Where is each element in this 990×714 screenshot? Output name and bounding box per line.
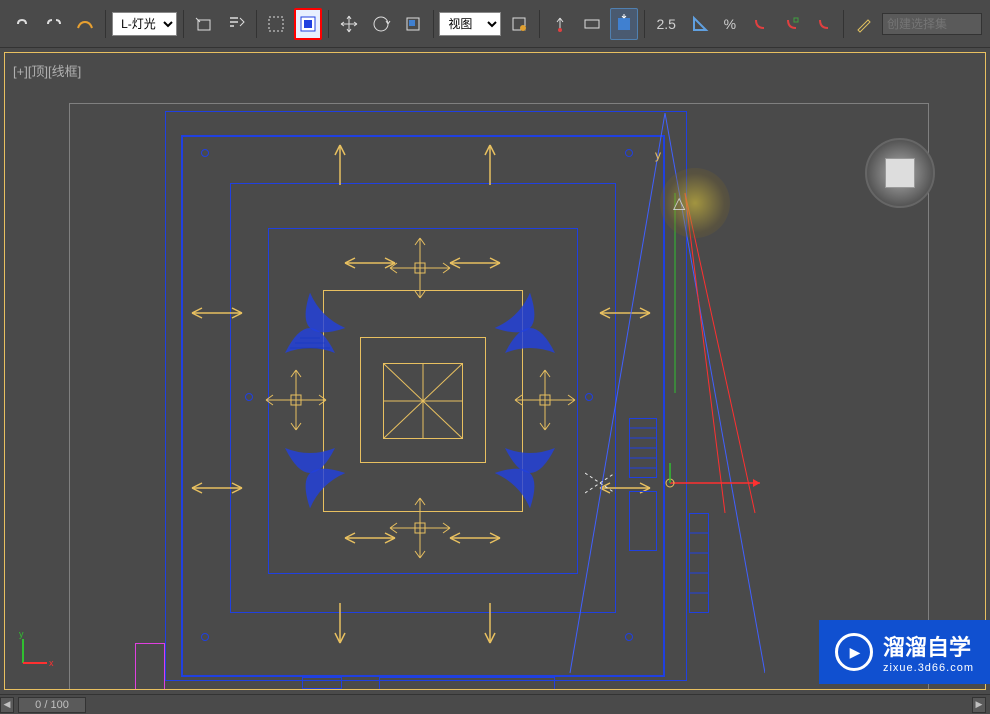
link-icon[interactable] (8, 8, 36, 40)
unlink-icon[interactable] (40, 8, 68, 40)
snap-options-icon[interactable] (810, 8, 838, 40)
rect-select-icon[interactable] (262, 8, 290, 40)
separator (843, 10, 844, 38)
manipulate-icon[interactable] (546, 8, 574, 40)
axis-tripod: y x (15, 631, 55, 671)
watermark-subtitle: zixue.3d66.com (883, 662, 974, 674)
viewport-top-wireframe[interactable]: [+][顶][线框] (4, 52, 986, 690)
pivot-icon[interactable] (505, 8, 533, 40)
svg-text:y: y (19, 631, 24, 639)
separator (328, 10, 329, 38)
scene: △ y y x (5, 53, 985, 689)
camera-icon: △ (673, 193, 685, 213)
scale-icon[interactable] (399, 8, 427, 40)
reference-coord-dropdown[interactable]: 视图 (439, 12, 501, 36)
separator (256, 10, 257, 38)
spinner-value: 2.5 (650, 16, 681, 32)
main-toolbar: L-灯光 视图 2.5 % (0, 0, 990, 48)
play-icon (835, 633, 873, 671)
anchor-circle (201, 633, 209, 641)
edit-named-icon[interactable] (850, 8, 878, 40)
viewport-container: [+][顶][线框] (0, 48, 990, 694)
select-by-name-icon[interactable] (222, 8, 250, 40)
wire-strip (379, 677, 555, 689)
separator (183, 10, 184, 38)
named-selection-input[interactable] (882, 13, 982, 35)
keyboard-shortcut-icon[interactable] (578, 8, 606, 40)
separator (433, 10, 434, 38)
snap-toggle-icon[interactable] (610, 8, 638, 40)
rotate-icon[interactable] (367, 8, 395, 40)
bind-icon[interactable] (72, 8, 100, 40)
snap-3d-icon[interactable] (746, 8, 774, 40)
watermark-title: 溜溜自学 (883, 630, 974, 662)
anchor-circle (201, 149, 209, 157)
axis-label-y: y (655, 148, 661, 162)
separator (105, 10, 106, 38)
move-icon[interactable] (335, 8, 363, 40)
watermark-badge: 溜溜自学 zixue.3d66.com (819, 620, 990, 684)
selection-filter-dropdown[interactable]: L-灯光 (112, 12, 177, 36)
snap-2d-icon[interactable] (778, 8, 806, 40)
percent-label: % (718, 16, 742, 32)
camera-highlight-glow (660, 168, 730, 238)
move-gizmo[interactable] (585, 463, 765, 503)
separator (644, 10, 645, 38)
viewcube[interactable] (865, 138, 935, 208)
window-crossing-icon[interactable] (294, 8, 322, 40)
svg-text:x: x (49, 658, 54, 668)
furniture-wire (135, 643, 165, 689)
separator (539, 10, 540, 38)
frame-indicator[interactable]: 0 / 100 (18, 697, 86, 713)
shelf-lines (689, 513, 709, 613)
scroll-left-button[interactable]: ◀ (0, 697, 14, 713)
viewcube-face[interactable] (885, 158, 915, 188)
wire-strip (302, 677, 342, 689)
timeline-bar: ◀ 0 / 100 ▶ (0, 694, 990, 714)
select-object-icon[interactable] (190, 8, 218, 40)
scroll-right-button[interactable]: ▶ (972, 697, 986, 713)
center-x-icon (383, 363, 463, 439)
angle-snap-icon[interactable] (686, 8, 714, 40)
